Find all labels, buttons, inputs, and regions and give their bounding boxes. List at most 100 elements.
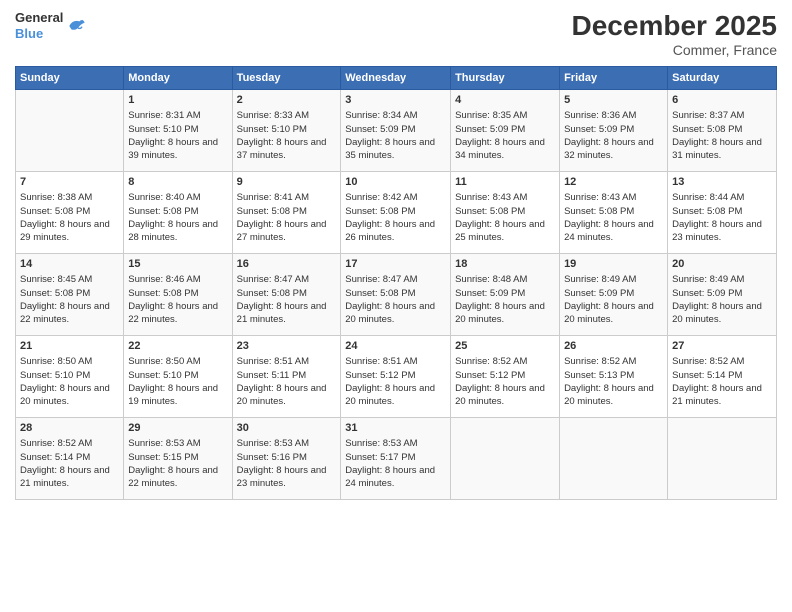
sunrise-text: Sunrise: 8:43 AM [455,192,527,203]
weekday-header-sunday: Sunday [16,67,124,90]
day-number: 9 [237,175,337,190]
day-cell: 8 Sunrise: 8:40 AM Sunset: 5:08 PM Dayli… [124,172,232,254]
day-cell: 13 Sunrise: 8:44 AM Sunset: 5:08 PM Dayl… [668,172,777,254]
sunrise-text: Sunrise: 8:41 AM [237,192,309,203]
day-number: 3 [345,93,446,108]
day-cell: 16 Sunrise: 8:47 AM Sunset: 5:08 PM Dayl… [232,254,341,336]
day-number: 11 [455,175,555,190]
sunset-text: Sunset: 5:08 PM [128,288,198,299]
sunrise-text: Sunrise: 8:53 AM [345,438,417,449]
day-number: 16 [237,257,337,272]
sunrise-text: Sunrise: 8:33 AM [237,110,309,121]
daylight-text: Daylight: 8 hours and 24 minutes. [564,219,654,243]
sunset-text: Sunset: 5:08 PM [672,206,742,217]
sunrise-text: Sunrise: 8:40 AM [128,192,200,203]
sunrise-text: Sunrise: 8:51 AM [237,356,309,367]
day-number: 18 [455,257,555,272]
day-cell [451,418,560,500]
day-number: 6 [672,93,772,108]
sunrise-text: Sunrise: 8:48 AM [455,274,527,285]
calendar-table: SundayMondayTuesdayWednesdayThursdayFrid… [15,66,777,500]
daylight-text: Daylight: 8 hours and 32 minutes. [564,137,654,161]
day-cell: 21 Sunrise: 8:50 AM Sunset: 5:10 PM Dayl… [16,336,124,418]
sunset-text: Sunset: 5:08 PM [455,206,525,217]
day-cell: 1 Sunrise: 8:31 AM Sunset: 5:10 PM Dayli… [124,90,232,172]
day-cell: 3 Sunrise: 8:34 AM Sunset: 5:09 PM Dayli… [341,90,451,172]
day-cell: 5 Sunrise: 8:36 AM Sunset: 5:09 PM Dayli… [560,90,668,172]
day-cell: 15 Sunrise: 8:46 AM Sunset: 5:08 PM Dayl… [124,254,232,336]
sunrise-text: Sunrise: 8:52 AM [672,356,744,367]
day-cell: 11 Sunrise: 8:43 AM Sunset: 5:08 PM Dayl… [451,172,560,254]
sunset-text: Sunset: 5:16 PM [237,452,307,463]
sunset-text: Sunset: 5:13 PM [564,370,634,381]
daylight-text: Daylight: 8 hours and 31 minutes. [672,137,762,161]
weekday-header-saturday: Saturday [668,67,777,90]
sunrise-text: Sunrise: 8:52 AM [564,356,636,367]
sunset-text: Sunset: 5:12 PM [455,370,525,381]
sunset-text: Sunset: 5:11 PM [237,370,307,381]
daylight-text: Daylight: 8 hours and 27 minutes. [237,219,327,243]
day-cell: 18 Sunrise: 8:48 AM Sunset: 5:09 PM Dayl… [451,254,560,336]
sunset-text: Sunset: 5:14 PM [672,370,742,381]
day-cell: 2 Sunrise: 8:33 AM Sunset: 5:10 PM Dayli… [232,90,341,172]
sunset-text: Sunset: 5:17 PM [345,452,415,463]
sunset-text: Sunset: 5:08 PM [128,206,198,217]
day-cell: 24 Sunrise: 8:51 AM Sunset: 5:12 PM Dayl… [341,336,451,418]
sunrise-text: Sunrise: 8:50 AM [20,356,92,367]
day-cell: 19 Sunrise: 8:49 AM Sunset: 5:09 PM Dayl… [560,254,668,336]
day-number: 14 [20,257,119,272]
day-number: 15 [128,257,227,272]
day-number: 1 [128,93,227,108]
sunrise-text: Sunrise: 8:36 AM [564,110,636,121]
day-cell: 23 Sunrise: 8:51 AM Sunset: 5:11 PM Dayl… [232,336,341,418]
sunset-text: Sunset: 5:09 PM [455,288,525,299]
sunrise-text: Sunrise: 8:53 AM [128,438,200,449]
day-cell: 4 Sunrise: 8:35 AM Sunset: 5:09 PM Dayli… [451,90,560,172]
sunset-text: Sunset: 5:10 PM [128,124,198,135]
sunset-text: Sunset: 5:09 PM [672,288,742,299]
sunrise-text: Sunrise: 8:53 AM [237,438,309,449]
week-row-1: 7 Sunrise: 8:38 AM Sunset: 5:08 PM Dayli… [16,172,777,254]
sunrise-text: Sunrise: 8:46 AM [128,274,200,285]
day-number: 4 [455,93,555,108]
sunrise-text: Sunrise: 8:35 AM [455,110,527,121]
day-cell: 29 Sunrise: 8:53 AM Sunset: 5:15 PM Dayl… [124,418,232,500]
sunrise-text: Sunrise: 8:52 AM [20,438,92,449]
location: Commer, France [572,42,777,58]
daylight-text: Daylight: 8 hours and 34 minutes. [455,137,545,161]
sunrise-text: Sunrise: 8:45 AM [20,274,92,285]
daylight-text: Daylight: 8 hours and 20 minutes. [564,301,654,325]
sunset-text: Sunset: 5:09 PM [345,124,415,135]
sunset-text: Sunset: 5:15 PM [128,452,198,463]
day-number: 27 [672,339,772,354]
sunrise-text: Sunrise: 8:38 AM [20,192,92,203]
sunrise-text: Sunrise: 8:44 AM [672,192,744,203]
sunset-text: Sunset: 5:08 PM [20,288,90,299]
daylight-text: Daylight: 8 hours and 28 minutes. [128,219,218,243]
day-cell: 10 Sunrise: 8:42 AM Sunset: 5:08 PM Dayl… [341,172,451,254]
day-number: 5 [564,93,663,108]
day-number: 20 [672,257,772,272]
title-area: December 2025 Commer, France [572,10,777,58]
sunrise-text: Sunrise: 8:34 AM [345,110,417,121]
sunset-text: Sunset: 5:14 PM [20,452,90,463]
header: General Blue December 2025 Commer, Franc… [15,10,777,58]
daylight-text: Daylight: 8 hours and 35 minutes. [345,137,435,161]
daylight-text: Daylight: 8 hours and 20 minutes. [237,383,327,407]
daylight-text: Daylight: 8 hours and 39 minutes. [128,137,218,161]
sunrise-text: Sunrise: 8:49 AM [672,274,744,285]
day-cell: 28 Sunrise: 8:52 AM Sunset: 5:14 PM Dayl… [16,418,124,500]
day-number: 17 [345,257,446,272]
sunset-text: Sunset: 5:10 PM [237,124,307,135]
week-row-0: 1 Sunrise: 8:31 AM Sunset: 5:10 PM Dayli… [16,90,777,172]
month-title: December 2025 [572,10,777,42]
day-number: 29 [128,421,227,436]
day-number: 10 [345,175,446,190]
day-cell: 9 Sunrise: 8:41 AM Sunset: 5:08 PM Dayli… [232,172,341,254]
day-cell: 20 Sunrise: 8:49 AM Sunset: 5:09 PM Dayl… [668,254,777,336]
daylight-text: Daylight: 8 hours and 19 minutes. [128,383,218,407]
sunset-text: Sunset: 5:08 PM [672,124,742,135]
sunrise-text: Sunrise: 8:31 AM [128,110,200,121]
day-cell: 27 Sunrise: 8:52 AM Sunset: 5:14 PM Dayl… [668,336,777,418]
day-cell: 6 Sunrise: 8:37 AM Sunset: 5:08 PM Dayli… [668,90,777,172]
